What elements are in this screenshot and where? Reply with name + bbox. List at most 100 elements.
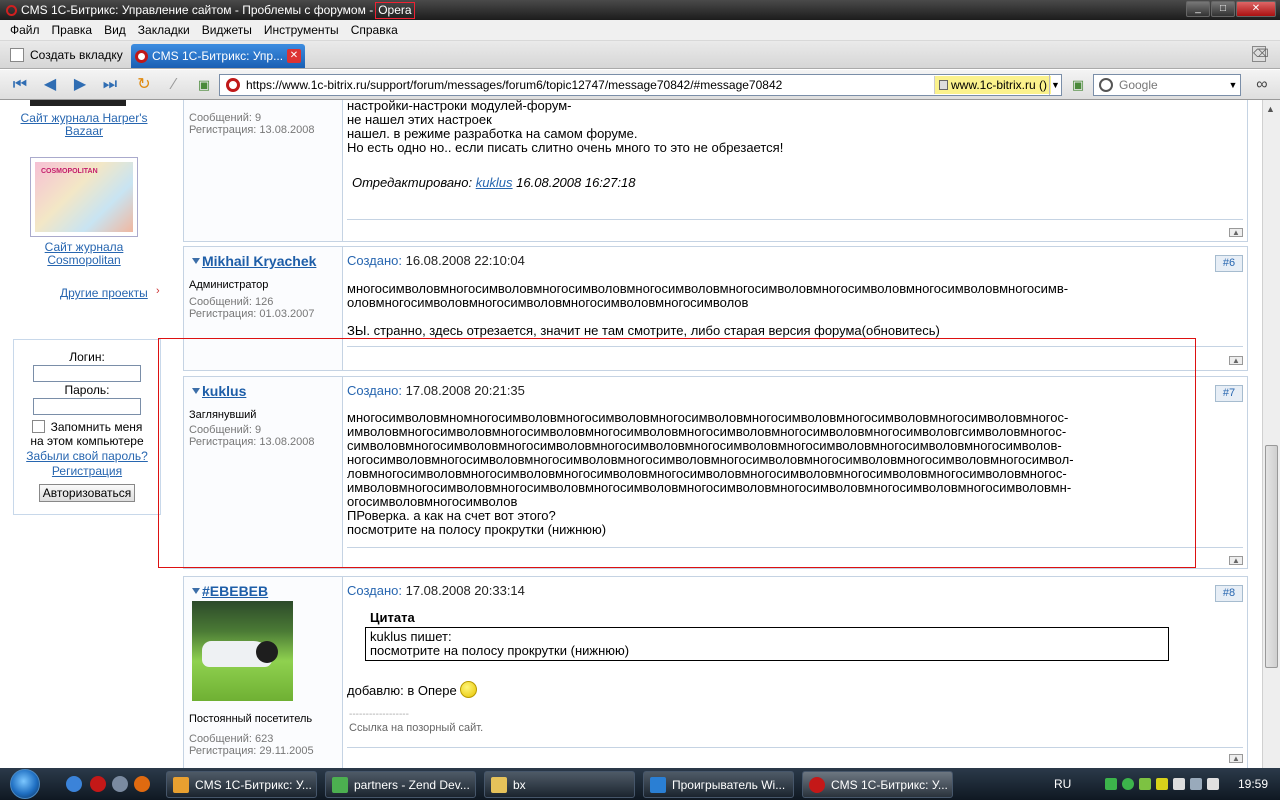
link-other-projects[interactable]: Другие проекты	[60, 286, 148, 300]
link-cosmopolitan[interactable]: Сайт журнала Cosmopolitan	[16, 241, 152, 267]
author-name[interactable]: #EBEBEB	[202, 583, 268, 599]
post-number-badge[interactable]: #7	[1215, 385, 1243, 402]
login-button[interactable]: Авторизоваться	[38, 484, 136, 502]
globe-icon[interactable]	[112, 776, 128, 792]
address-bar[interactable]: https://www.1c-bitrix.ru/support/forum/m…	[219, 74, 1062, 96]
new-tab-button[interactable]: Создать вкладку	[4, 44, 129, 66]
smiley-icon	[460, 681, 478, 698]
taskbar-item-opera[interactable]: CMS 1С-Битрикс: У...	[166, 771, 317, 798]
remember-label: Запомнить меня	[50, 419, 143, 434]
scroll-up-icon[interactable]: ▲	[1266, 104, 1275, 114]
reload-icon[interactable]: ↻	[132, 74, 156, 96]
page-icon[interactable]: ▣	[1066, 74, 1090, 96]
post-body: многосимволовмномногосимволовмногосимвол…	[347, 410, 1074, 537]
signature-divider: ------------------	[349, 709, 409, 720]
edited-user-link[interactable]: kuklus	[476, 175, 513, 190]
volume-icon[interactable]	[1207, 778, 1219, 790]
post-content: Создано: 16.08.2008 22:10:04 #6 многосим…	[343, 247, 1247, 370]
network-icon[interactable]	[1190, 778, 1202, 790]
registration-date: Регистрация: 13.08.2008	[189, 436, 315, 448]
menu-tools[interactable]: Инструменты	[258, 23, 345, 37]
security-badge[interactable]: www.1c-bitrix.ru ()	[933, 76, 1051, 94]
taskbar-item-media-player[interactable]: Проигрыватель Wi...	[643, 771, 794, 798]
language-indicator[interactable]: RU	[1054, 777, 1071, 791]
forum-post: kuklus Заглянувший Сообщений: 9 Регистра…	[183, 376, 1248, 569]
login-label: Логин:	[69, 350, 105, 364]
login-input[interactable]	[33, 365, 141, 382]
fast-forward-icon[interactable]: ⏭	[98, 74, 122, 96]
trash-icon[interactable]: ⌫	[1252, 46, 1269, 62]
clock[interactable]: 19:59	[1238, 777, 1268, 791]
post-divider	[347, 219, 1243, 220]
post-count: Сообщений: 623	[189, 733, 274, 745]
scroll-top-icon[interactable]: ▲	[1229, 754, 1243, 763]
link-harpers[interactable]: Сайт журнала Harper's Bazaar	[16, 112, 152, 138]
register-link[interactable]: Регистрация	[52, 464, 122, 478]
flower-icon[interactable]	[1139, 778, 1151, 790]
vertical-scrollbar[interactable]: ▲	[1262, 100, 1280, 768]
quote-box: kuklus пишет: посмотрите на полосу прокр…	[365, 627, 1169, 661]
view-glasses-icon[interactable]: ∞	[1250, 74, 1274, 96]
ie-icon[interactable]	[66, 776, 82, 792]
icq-icon[interactable]	[1122, 778, 1134, 790]
back-icon[interactable]: ◀	[38, 74, 62, 96]
users-icon[interactable]	[1105, 778, 1117, 790]
magazine-image-harpers[interactable]	[30, 100, 126, 106]
collapse-triangle-icon[interactable]	[192, 388, 200, 394]
start-button[interactable]	[2, 768, 50, 800]
post-divider	[347, 747, 1243, 748]
menu-view[interactable]: Вид	[98, 23, 132, 37]
collapse-triangle-icon[interactable]	[192, 258, 200, 264]
password-input[interactable]	[33, 398, 141, 415]
post-number-badge[interactable]: #8	[1215, 585, 1243, 602]
taskbar-item-opera-active[interactable]: CMS 1С-Битрикс: У...	[802, 771, 953, 798]
forward-icon[interactable]: ▶	[68, 74, 92, 96]
address-dropdown-icon[interactable]: ▼	[1049, 75, 1061, 95]
close-tab-icon[interactable]: ✕	[287, 49, 301, 63]
close-window-button[interactable]: ✕	[1236, 1, 1276, 17]
post-count: Сообщений: 9	[189, 424, 262, 436]
maximize-button[interactable]: □	[1211, 1, 1235, 17]
quote-title: Цитата	[370, 610, 415, 625]
scroll-top-icon[interactable]: ▲	[1229, 356, 1243, 365]
menu-file[interactable]: Файл	[4, 23, 46, 37]
scroll-top-icon[interactable]: ▲	[1229, 228, 1243, 237]
search-placeholder: Google	[1119, 78, 1158, 92]
magazine-image-cosmopolitan[interactable]: COSMOPOLITAN	[30, 157, 138, 237]
post-count: Сообщений: 126	[189, 296, 274, 308]
opera-icon[interactable]	[90, 776, 106, 792]
post-body: многосимволовмногосимволовмногосимволовм…	[347, 281, 1069, 338]
firefox-icon[interactable]	[134, 776, 150, 792]
avatar-head	[256, 641, 278, 663]
minimize-button[interactable]: _	[1186, 1, 1210, 17]
rewind-icon[interactable]: ⏮	[8, 74, 32, 96]
login-form: Логин: Пароль: Запомнить меня на этом ко…	[13, 339, 161, 515]
post-author-panel: kuklus Заглянувший Сообщений: 9 Регистра…	[184, 377, 343, 568]
taskbar-item-bx[interactable]: bx	[484, 771, 635, 798]
search-dropdown-icon[interactable]: ▼	[1226, 75, 1240, 95]
menu-help[interactable]: Справка	[345, 23, 404, 37]
forgot-password-link[interactable]: Забыли свой пароль?	[26, 449, 148, 463]
post-content: настройки-настроки модулей-форум- не наш…	[343, 100, 1247, 241]
remember-checkbox[interactable]	[31, 420, 45, 433]
media-player-icon	[650, 776, 666, 793]
menu-widgets[interactable]: Виджеты	[196, 23, 258, 37]
menu-edit[interactable]: Правка	[46, 23, 99, 37]
author-role: Администратор	[189, 279, 269, 291]
wand-icon[interactable]: ⁄	[162, 74, 186, 96]
search-box[interactable]: Google ▼	[1093, 74, 1241, 96]
tab-active[interactable]: CMS 1С-Битрикс: Упр... ✕	[131, 44, 305, 68]
menu-bookmarks[interactable]: Закладки	[132, 23, 196, 37]
device-icon[interactable]	[1173, 778, 1185, 790]
author-name[interactable]: kuklus	[202, 383, 246, 399]
author-name[interactable]: Mikhail Kryachek	[202, 253, 316, 269]
scrollbar-thumb[interactable]	[1265, 445, 1278, 668]
tray-app-icon[interactable]	[1156, 778, 1168, 790]
created-date: Создано: 17.08.2008 20:33:14	[347, 583, 525, 598]
feed-icon[interactable]: ▣	[192, 74, 216, 96]
collapse-triangle-icon[interactable]	[192, 588, 200, 594]
post-number-badge[interactable]: #6	[1215, 255, 1243, 272]
menu-bar: Файл Правка Вид Закладки Виджеты Инструм…	[0, 20, 1280, 41]
scroll-top-icon[interactable]: ▲	[1229, 556, 1243, 565]
taskbar-item-zend[interactable]: partners - Zend Dev...	[325, 771, 476, 798]
